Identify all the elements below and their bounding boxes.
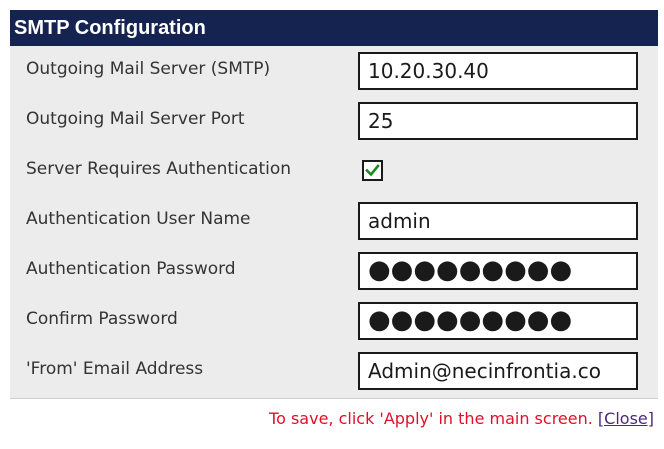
smtp-config-dialog: SMTP Configuration Outgoing Mail Server … bbox=[10, 10, 658, 441]
row-outgoing-port: Outgoing Mail Server Port 25 bbox=[10, 96, 658, 148]
confirm-password-label: Confirm Password bbox=[26, 309, 178, 329]
auth-password-input[interactable]: ●●●●●●●●● bbox=[358, 252, 638, 290]
auth-username-input[interactable]: admin bbox=[358, 202, 638, 240]
from-email-input[interactable]: Admin@necinfrontia.co bbox=[358, 352, 638, 390]
dialog-title: SMTP Configuration bbox=[10, 10, 658, 46]
auth-username-label: Authentication User Name bbox=[26, 209, 251, 229]
dialog-footer: To save, click 'Apply' in the main scree… bbox=[10, 398, 658, 441]
row-confirm-password: Confirm Password ●●●●●●●●● bbox=[10, 296, 658, 348]
outgoing-server-label: Outgoing Mail Server (SMTP) bbox=[26, 59, 271, 79]
outgoing-port-input[interactable]: 25 bbox=[358, 102, 638, 140]
row-auth-password: Authentication Password ●●●●●●●●● bbox=[10, 246, 658, 298]
outgoing-server-input[interactable]: 10.20.30.40 bbox=[358, 52, 638, 90]
from-email-label: 'From' Email Address bbox=[26, 359, 204, 379]
outgoing-port-label: Outgoing Mail Server Port bbox=[26, 109, 245, 129]
row-auth-username: Authentication User Name admin bbox=[10, 196, 658, 248]
close-link[interactable]: [Close] bbox=[598, 409, 654, 428]
row-requires-auth: Server Requires Authentication bbox=[10, 146, 658, 198]
row-outgoing-server: Outgoing Mail Server (SMTP) 10.20.30.40 bbox=[10, 46, 658, 98]
auth-password-label: Authentication Password bbox=[26, 259, 236, 279]
form-body: Outgoing Mail Server (SMTP) 10.20.30.40 … bbox=[10, 46, 658, 398]
row-from-email: 'From' Email Address Admin@necinfrontia.… bbox=[10, 346, 658, 398]
requires-auth-checkbox[interactable] bbox=[362, 160, 383, 181]
confirm-password-input[interactable]: ●●●●●●●●● bbox=[358, 302, 638, 340]
footer-text: To save, click 'Apply' in the main scree… bbox=[269, 409, 654, 428]
requires-auth-label: Server Requires Authentication bbox=[26, 159, 292, 179]
checkmark-icon bbox=[365, 164, 380, 177]
save-instruction: To save, click 'Apply' in the main scree… bbox=[269, 409, 593, 428]
